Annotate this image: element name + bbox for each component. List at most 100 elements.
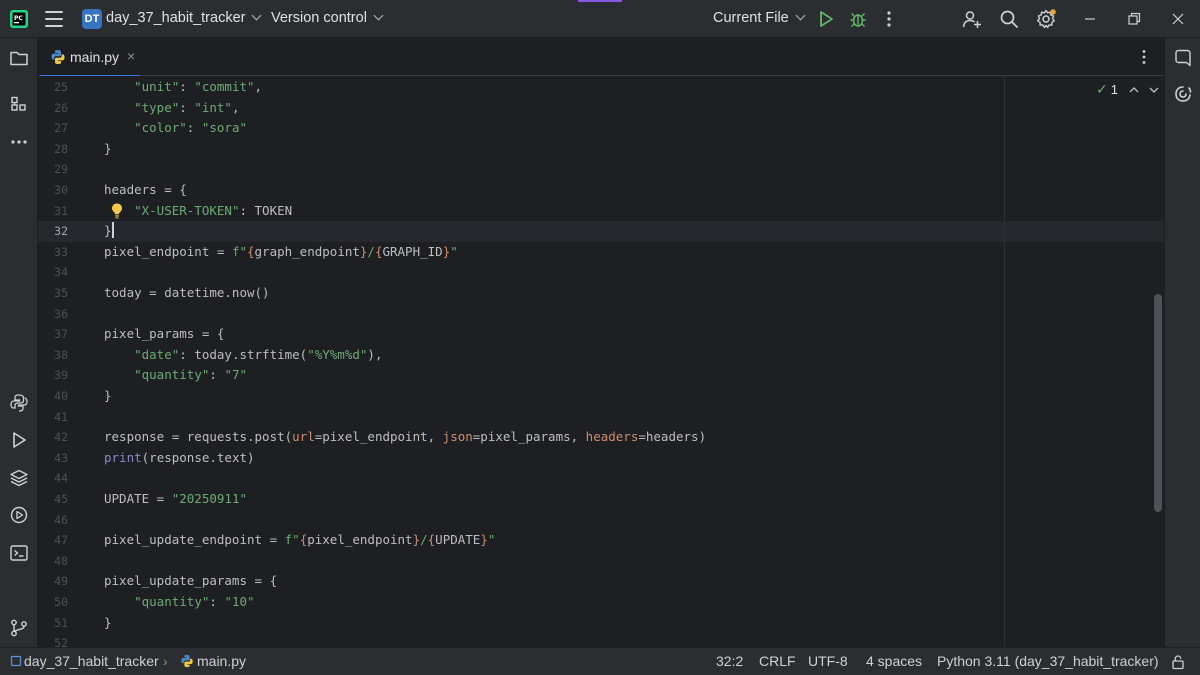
code-line[interactable]: UPDATE = "20250911" [104, 489, 247, 510]
chevron-down-icon [373, 10, 384, 21]
search-icon[interactable] [999, 9, 1019, 29]
code-line[interactable]: } [104, 613, 112, 634]
code-token: : [179, 79, 195, 94]
breadcrumb-file-label: main.py [197, 653, 247, 669]
code-line[interactable]: "X-USER-TOKEN": TOKEN [104, 201, 292, 222]
git-branch-icon[interactable] [9, 618, 29, 638]
code-line[interactable]: headers = { [104, 180, 187, 201]
line-number: 39 [54, 368, 68, 383]
right-tool-window-bar [1164, 38, 1200, 647]
editor-tab-bar: main.py × [38, 38, 1164, 77]
file-encoding[interactable]: UTF-8 [808, 653, 848, 669]
code-token: " [487, 532, 496, 548]
code-line[interactable]: } [104, 221, 114, 242]
code-token: " [450, 243, 458, 259]
code-line[interactable]: "date": today.strftime("%Y%m%d"), [104, 345, 382, 366]
code-line[interactable]: "quantity": "7" [104, 365, 247, 386]
structure-icon[interactable] [9, 95, 29, 115]
breadcrumb-project-label: day_37_habit_tracker [24, 653, 159, 669]
run-tool-window-icon[interactable] [9, 430, 29, 450]
code-line[interactable]: response = requests.post(url=pixel_endpo… [104, 427, 706, 448]
code-token: } [480, 532, 488, 548]
services-icon[interactable] [9, 505, 29, 525]
project-folder-icon[interactable] [9, 48, 29, 68]
line-number: 49 [54, 574, 68, 589]
line-number: 38 [54, 347, 68, 362]
tab-label: main.py [70, 49, 120, 65]
code-token: "10" [224, 594, 255, 609]
line-number: 42 [54, 430, 68, 445]
line-number: 43 [54, 450, 68, 465]
notifications-icon[interactable] [1173, 48, 1193, 68]
line-separator[interactable]: CRLF [759, 653, 796, 669]
intention-lightbulb-icon[interactable] [110, 202, 124, 220]
line-number: 46 [54, 512, 68, 527]
breadcrumb-file[interactable]: main.py [180, 653, 246, 669]
line-number: 28 [54, 141, 68, 156]
code-line[interactable]: pixel_endpoint = f"{graph_endpoint}/{GRA… [104, 242, 458, 263]
read-only-lock-icon[interactable] [1170, 654, 1186, 670]
code-token: pixel_update_params = { [104, 573, 278, 589]
project-badge[interactable]: DT [82, 9, 102, 29]
indent-setting[interactable]: 4 spaces [866, 653, 922, 669]
python-console-icon[interactable] [9, 393, 29, 413]
python-packages-icon[interactable] [9, 468, 29, 488]
code-line[interactable]: } [104, 386, 112, 407]
vertical-scrollbar-thumb[interactable] [1154, 294, 1162, 512]
code-editor[interactable]: 25 26 27 28 29 30 31 32 33 34 35 36 37 38 39 40 41 42 43 44… [38, 76, 1164, 647]
pycharm-logo-icon[interactable]: PC [10, 10, 28, 28]
code-area[interactable]: "unit": "commit", "type": "int", "color"… [104, 76, 1164, 647]
code-token: : [186, 120, 202, 136]
code-line[interactable]: pixel_params = { [104, 324, 224, 345]
breadcrumb-project[interactable]: day_37_habit_tracker [10, 653, 159, 669]
line-number: 37 [54, 327, 68, 342]
code-line[interactable]: pixel_update_endpoint = f"{pixel_endpoin… [104, 530, 495, 551]
ai-assistant-icon[interactable] [1173, 84, 1193, 104]
code-line[interactable]: "quantity": "10" [104, 592, 255, 613]
close-tab-icon[interactable]: × [127, 48, 135, 64]
main-menu-button[interactable] [45, 11, 63, 27]
restore-icon[interactable] [1124, 9, 1144, 29]
code-token: } [104, 140, 112, 156]
add-user-icon[interactable] [962, 9, 982, 29]
run-icon[interactable] [816, 9, 836, 29]
check-mark-icon: ✓ [1096, 81, 1108, 97]
code-line[interactable]: "color": "sora" [104, 118, 247, 139]
tab-options-icon[interactable] [1136, 48, 1152, 66]
tab-main-py[interactable]: main.py × [38, 38, 142, 77]
close-window-icon[interactable] [1168, 9, 1188, 29]
line-number: 29 [54, 162, 68, 177]
line-number: 36 [54, 306, 68, 321]
code-line[interactable]: } [104, 139, 112, 160]
code-token: : TOKEN [239, 202, 293, 218]
debug-icon[interactable] [848, 9, 868, 29]
caret-position[interactable]: 32:2 [716, 653, 743, 669]
settings-gear-icon[interactable] [1036, 9, 1056, 29]
version-control-menu[interactable]: Version control [271, 10, 384, 26]
code-line[interactable]: "unit": "commit", [104, 77, 262, 98]
inspection-widget[interactable]: ✓ 1 [1096, 81, 1162, 98]
python-interpreter[interactable]: Python 3.11 (day_37_habit_tracker) [937, 653, 1159, 669]
line-number: 41 [54, 409, 68, 424]
line-number: 35 [54, 286, 68, 300]
code-token: } [412, 532, 421, 548]
minimize-icon[interactable] [1080, 9, 1100, 29]
code-token: f" [231, 243, 247, 259]
terminal-icon[interactable] [9, 543, 29, 563]
code-line[interactable]: "type": "int", [104, 98, 239, 119]
run-configuration-selector[interactable]: Current File [713, 10, 806, 26]
code-line[interactable]: pixel_update_params = { [104, 571, 277, 592]
code-line[interactable]: print(response.text) [104, 448, 255, 469]
next-highlight-icon[interactable] [1146, 82, 1162, 98]
previous-highlight-icon[interactable] [1126, 82, 1142, 98]
code-token: url [292, 429, 315, 445]
code-token: "sora" [201, 120, 248, 136]
line-number: 48 [54, 553, 68, 568]
code-token: "type" [134, 99, 180, 115]
project-switcher[interactable]: day_37_habit_tracker [106, 10, 262, 26]
more-actions-icon[interactable] [879, 9, 899, 29]
code-token: : today.strftime( [179, 346, 308, 362]
more-tool-windows-icon[interactable] [9, 132, 29, 152]
code-line[interactable]: today = datetime.now() [104, 283, 270, 304]
